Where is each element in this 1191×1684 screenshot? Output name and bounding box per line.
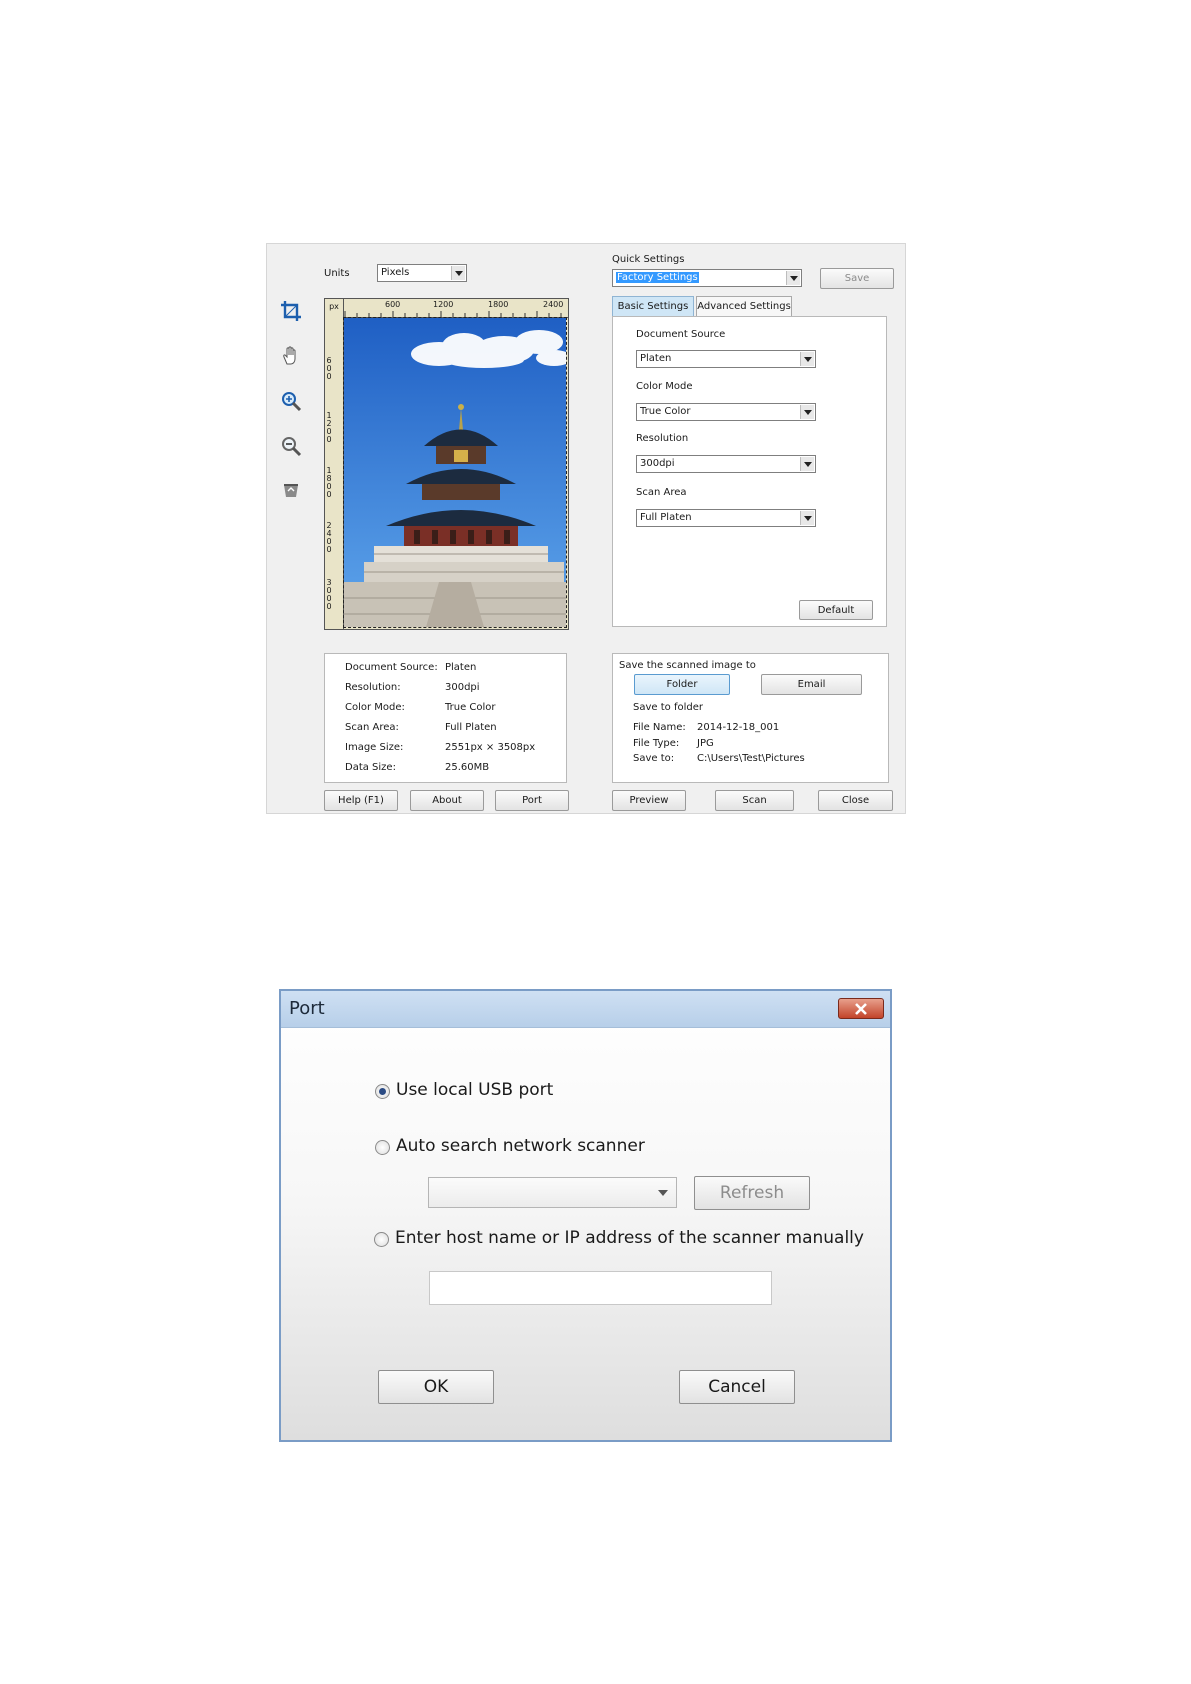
info-value: True Color — [445, 702, 496, 713]
tab-basic-settings[interactable]: Basic Settings — [612, 296, 694, 316]
info-key: Color Mode: — [345, 702, 405, 713]
close-icon[interactable] — [838, 998, 884, 1019]
horizontal-ruler: 600 1200 1800 2400 — [343, 299, 568, 318]
usb-port-radio[interactable] — [375, 1084, 390, 1099]
color-mode-select[interactable]: True Color — [636, 403, 816, 421]
host-address-input[interactable] — [429, 1271, 772, 1305]
crop-icon[interactable] — [279, 299, 303, 323]
info-key: Resolution: — [345, 682, 401, 693]
info-value: Full Platen — [445, 722, 497, 733]
units-label: Units — [324, 268, 350, 279]
chevron-down-icon — [800, 511, 814, 525]
file-name-label: File Name: — [633, 722, 686, 733]
info-key: Data Size: — [345, 762, 396, 773]
file-type-value: JPG — [697, 738, 714, 749]
chevron-down-icon — [451, 266, 465, 280]
info-value: 300dpi — [445, 682, 480, 693]
ruler-tick-label: 2400 — [326, 521, 332, 554]
preview-button[interactable]: Preview — [612, 790, 686, 811]
units-select[interactable]: Pixels — [377, 264, 467, 282]
ruler-tick-label: 3000 — [326, 578, 332, 611]
ok-button[interactable]: OK — [378, 1370, 494, 1404]
ruler-tick-label: 2400 — [543, 300, 564, 309]
zoom-in-icon[interactable] — [279, 389, 303, 413]
zoom-out-icon[interactable] — [279, 434, 303, 458]
scan-button[interactable]: Scan — [715, 790, 794, 811]
scan-area-label: Scan Area — [636, 487, 687, 498]
info-value: Platen — [445, 662, 477, 673]
manual-host-label[interactable]: Enter host name or IP address of the sca… — [395, 1228, 864, 1248]
refresh-button[interactable]: Refresh — [694, 1176, 810, 1210]
resolution-select[interactable]: 300dpi — [636, 455, 816, 473]
chevron-down-icon — [800, 405, 814, 419]
resolution-label: Resolution — [636, 433, 689, 444]
save-target-title: Save the scanned image to — [619, 660, 756, 671]
folder-button[interactable]: Folder — [634, 674, 730, 695]
email-button[interactable]: Email — [761, 674, 862, 695]
scan-info-panel: Document Source: Platen Resolution: 300d… — [324, 653, 567, 783]
file-name-value: 2014-12-18_001 — [697, 722, 780, 733]
dialog-title: Port — [289, 998, 325, 1019]
about-button[interactable]: About — [410, 790, 484, 811]
chevron-down-icon — [786, 271, 800, 285]
info-value: 2551px × 3508px — [445, 742, 536, 753]
ruler-tick-label: 1200 — [326, 411, 332, 444]
chevron-down-icon — [800, 352, 814, 366]
color-mode-label: Color Mode — [636, 381, 693, 392]
scan-area-select[interactable]: Full Platen — [636, 509, 816, 527]
vertical-ruler: 600 1200 1800 2400 3000 — [325, 317, 344, 629]
file-type-label: File Type: — [633, 738, 680, 749]
save-button[interactable]: Save — [820, 268, 894, 289]
dialog-title-bar: Port — [281, 991, 890, 1028]
ruler-tick-label: 1800 — [488, 300, 509, 309]
network-scanner-select[interactable] — [428, 1177, 677, 1208]
info-key: Scan Area: — [345, 722, 399, 733]
chevron-down-icon — [658, 1190, 668, 1196]
help-button[interactable]: Help (F1) — [324, 790, 398, 811]
ruler-tick-label: 1200 — [433, 300, 454, 309]
save-to-folder-label: Save to folder — [633, 702, 703, 713]
chevron-down-icon — [800, 457, 814, 471]
manual-host-radio[interactable] — [374, 1232, 389, 1247]
save-to-value: C:\Users\Test\Pictures — [697, 753, 805, 764]
quick-settings-select[interactable]: Factory Settings — [612, 269, 802, 287]
usb-port-label[interactable]: Use local USB port — [396, 1080, 553, 1100]
info-key: Document Source: — [345, 662, 438, 673]
hand-icon[interactable] — [279, 344, 303, 368]
document-source-select[interactable]: Platen — [636, 350, 816, 368]
auto-search-label[interactable]: Auto search network scanner — [396, 1136, 645, 1156]
save-to-label: Save to: — [633, 753, 675, 764]
document-source-label: Document Source — [636, 329, 726, 340]
ruler-tick-label: 1800 — [326, 466, 332, 499]
preview-area: 600 1200 1800 2400 px 600 1200 1800 2400… — [324, 298, 569, 630]
close-button[interactable]: Close — [818, 790, 893, 811]
preview-image[interactable] — [343, 317, 567, 628]
port-button[interactable]: Port — [495, 790, 569, 811]
cancel-button[interactable]: Cancel — [679, 1370, 795, 1404]
tab-advanced-settings[interactable]: Advanced Settings — [696, 296, 792, 316]
clear-icon[interactable] — [279, 478, 303, 502]
save-target-panel: Save the scanned image to Folder Email S… — [612, 653, 889, 783]
ruler-unit: px — [325, 299, 344, 318]
quick-settings-label: Quick Settings — [612, 254, 685, 265]
scanner-window: Units Pixels Quick Settings Factory Sett… — [266, 243, 906, 814]
auto-search-radio[interactable] — [375, 1140, 390, 1155]
default-button[interactable]: Default — [799, 600, 873, 620]
port-dialog: Port Use local USB port Auto search netw… — [279, 989, 892, 1442]
info-key: Image Size: — [345, 742, 404, 753]
basic-settings-panel: Document Source Platen Color Mode True C… — [612, 316, 887, 627]
info-value: 25.60MB — [445, 762, 490, 773]
ruler-tick-label: 600 — [385, 300, 401, 309]
ruler-tick-label: 600 — [326, 356, 332, 381]
